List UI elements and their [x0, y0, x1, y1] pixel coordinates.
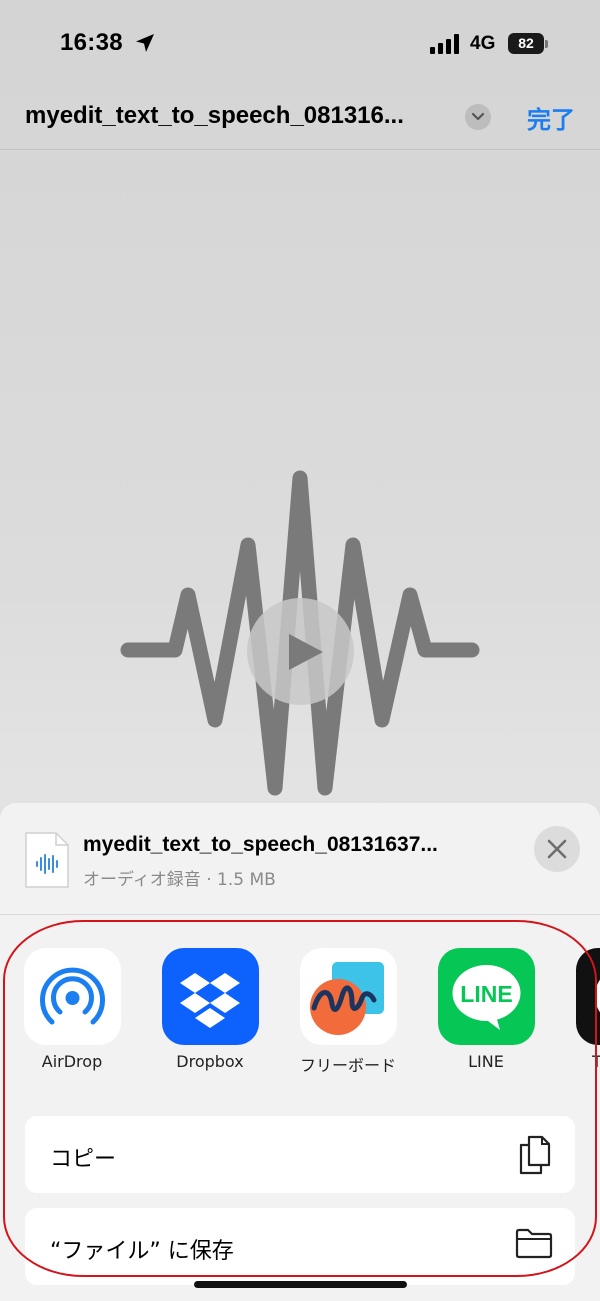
share-file-meta: オーディオ録音 · 1.5 MB	[83, 870, 276, 890]
network-type: 4G	[470, 33, 496, 54]
battery-icon: 82	[508, 33, 544, 54]
audio-file-icon	[24, 831, 70, 893]
file-title[interactable]: myedit_text_to_speech_081316...	[25, 102, 404, 130]
status-bar: 16:38 4G 82	[0, 0, 600, 90]
share-sheet-header: myedit_text_to_speech_08131637... オーディオ録…	[0, 803, 600, 915]
home-indicator[interactable]	[194, 1281, 407, 1288]
annotation-highlight	[3, 920, 597, 1277]
close-button[interactable]	[534, 826, 580, 872]
cellular-signal-icon	[430, 34, 462, 58]
chevron-down-icon[interactable]	[465, 104, 491, 130]
done-button[interactable]: 完了	[527, 100, 575, 135]
preview-nav-bar: myedit_text_to_speech_081316... 完了	[0, 90, 600, 150]
play-button[interactable]	[247, 598, 354, 705]
status-time: 16:38	[60, 29, 123, 56]
location-arrow-icon	[134, 32, 156, 58]
battery-cap	[545, 40, 548, 48]
share-file-name: myedit_text_to_speech_08131637...	[83, 833, 438, 856]
